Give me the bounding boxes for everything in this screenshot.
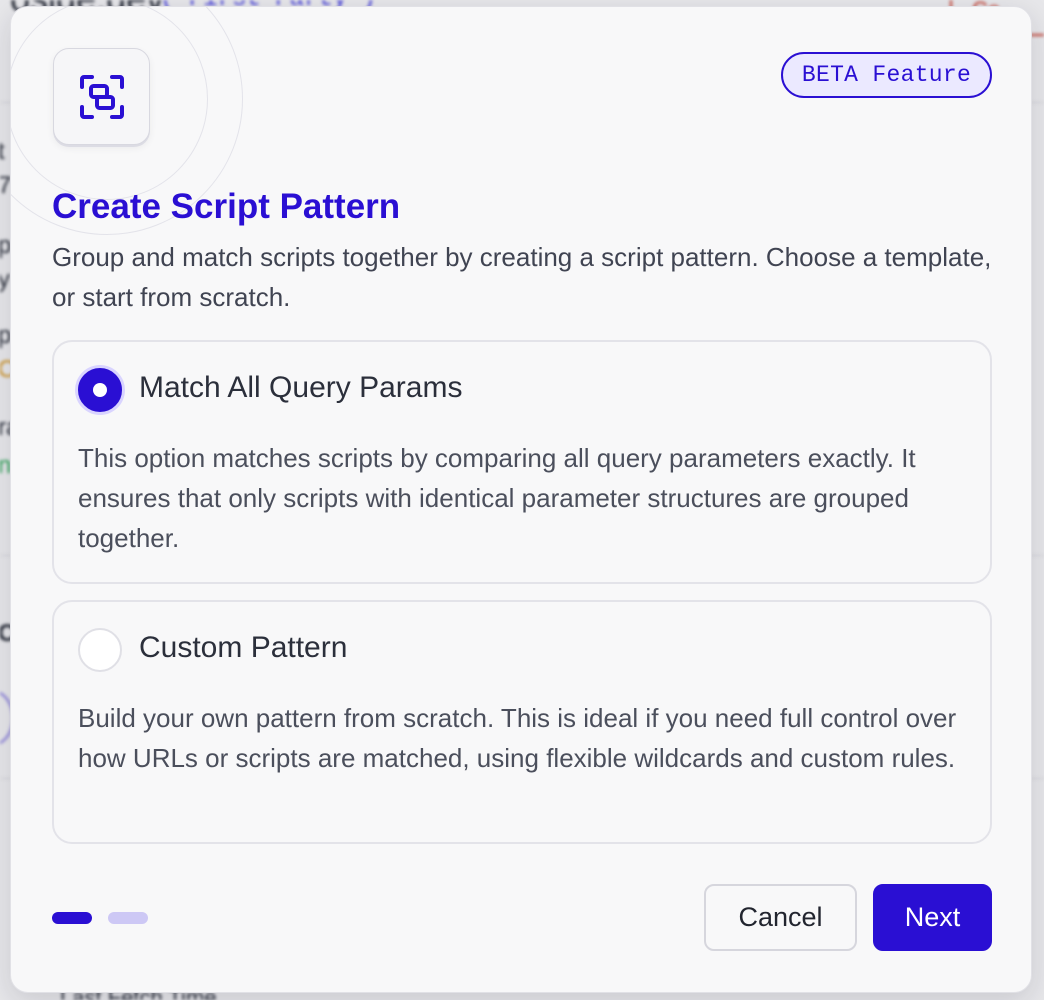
group-brackets-icon: [79, 74, 124, 119]
step-indicator-active: [52, 912, 92, 924]
modal-title: Create Script Pattern: [52, 187, 401, 226]
option-description: Build your own pattern from scratch. Thi…: [78, 703, 957, 773]
create-script-pattern-modal: BETA Feature Create Script Pattern Group…: [10, 6, 1032, 993]
option-label: Custom Pattern: [139, 631, 348, 664]
next-button[interactable]: Next: [873, 884, 992, 951]
background-text: t: [0, 138, 5, 165]
radio-unselected[interactable]: [78, 628, 122, 672]
cancel-button[interactable]: Cancel: [704, 884, 857, 951]
beta-feature-badge: BETA Feature: [781, 52, 992, 98]
option-card-match-all-query-params[interactable]: Match All Query Params This option match…: [52, 340, 992, 584]
radio-selected[interactable]: [78, 368, 122, 412]
option-label: Match All Query Params: [139, 371, 463, 404]
step-indicator-inactive: [108, 912, 148, 924]
option-description: This option matches scripts by comparing…: [78, 443, 916, 553]
feature-icon-tile: [53, 48, 150, 145]
background-text: y: [0, 266, 10, 293]
modal-description: Group and match scripts together by crea…: [52, 242, 992, 312]
option-card-custom-pattern[interactable]: Custom Pattern Build your own pattern fr…: [52, 600, 992, 844]
